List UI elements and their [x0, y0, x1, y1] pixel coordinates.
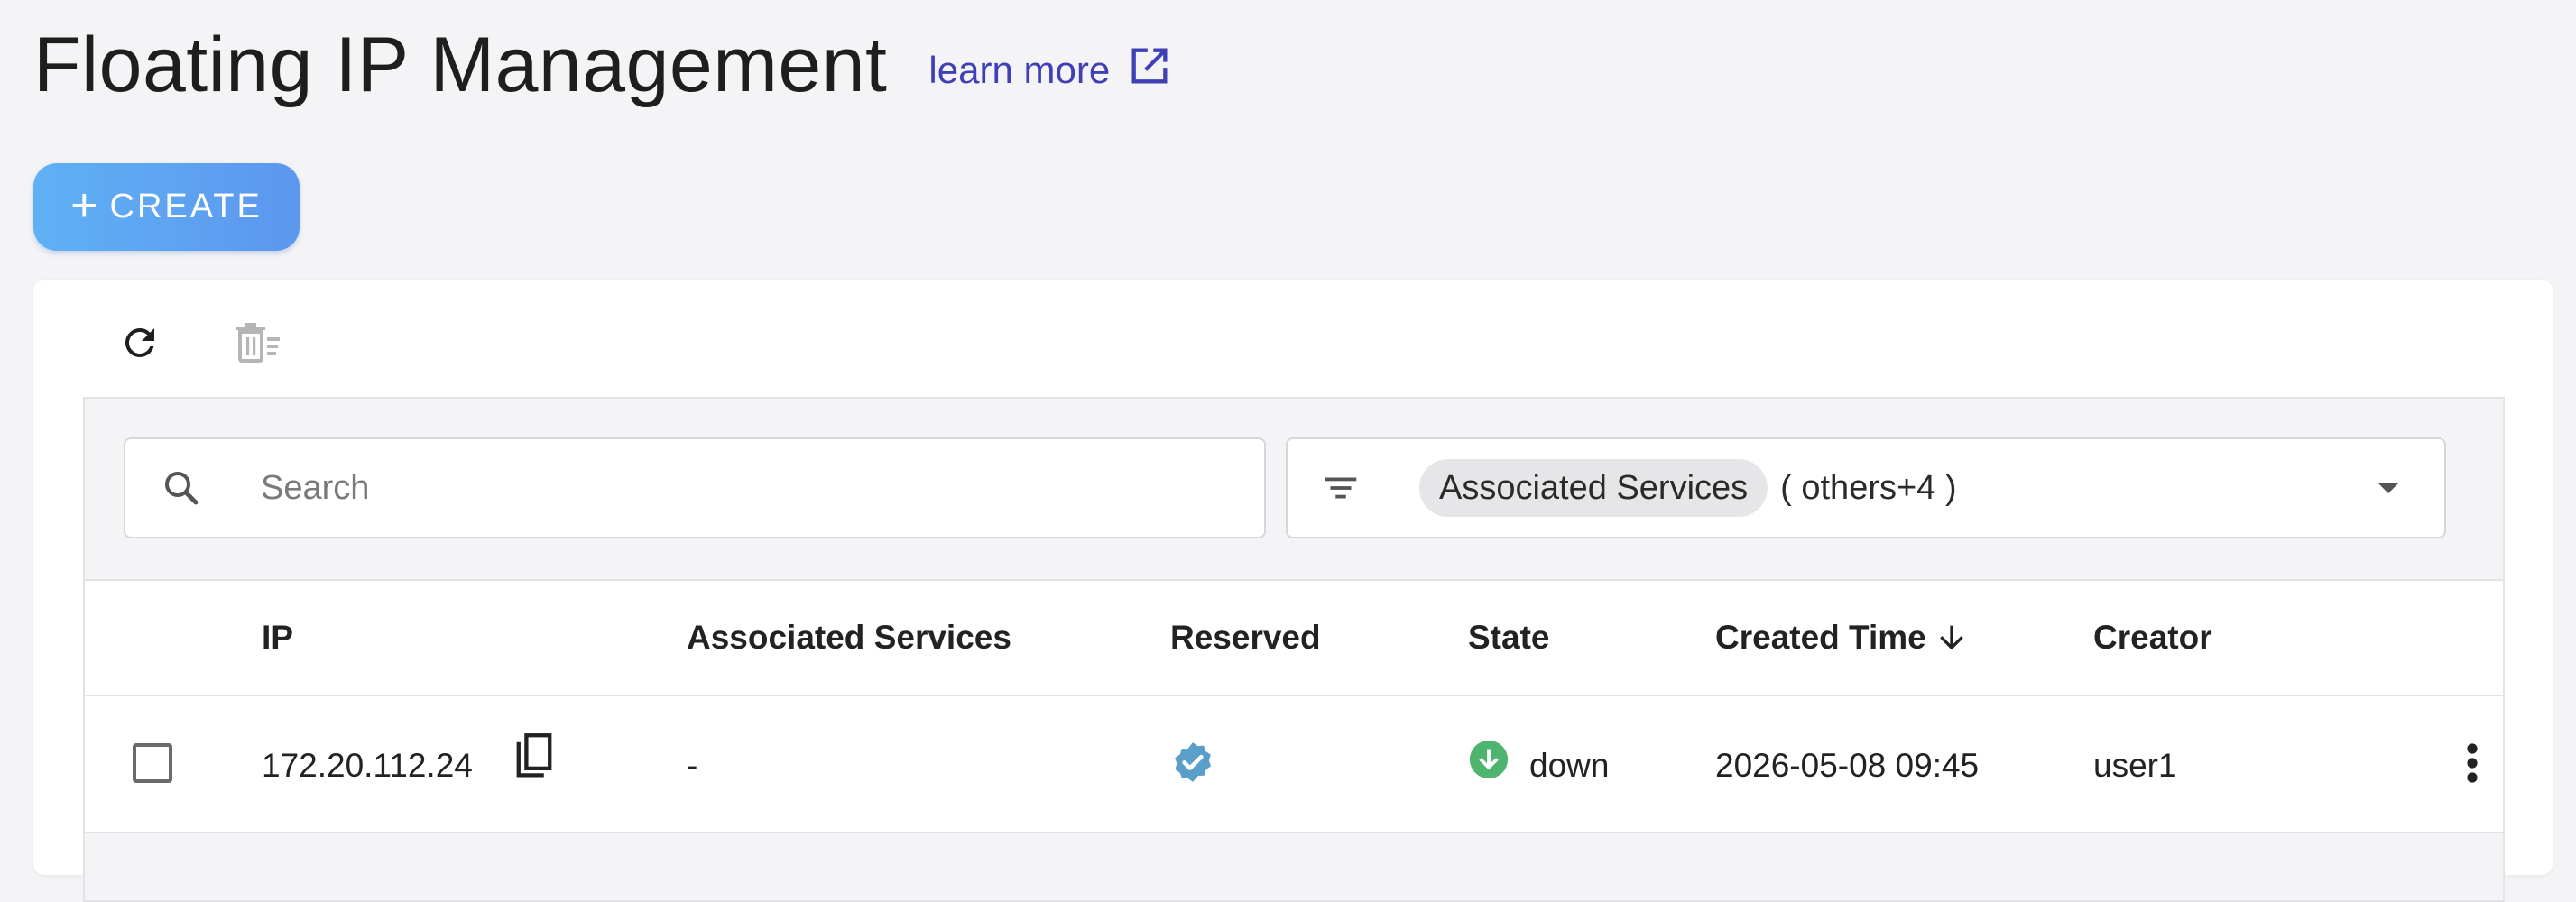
- filter-chip[interactable]: Associated Services: [1419, 459, 1768, 517]
- search-box[interactable]: [124, 437, 1266, 538]
- column-header-created-time-label: Created Time: [1715, 619, 1926, 656]
- created-time-value: 2026-05-08 09:45: [1715, 747, 1980, 784]
- chevron-down-icon[interactable]: [2376, 479, 2401, 497]
- filter-select[interactable]: Associated Services ( others+4 ): [1286, 437, 2446, 538]
- filter-extra-count: ( others+4 ): [1780, 468, 1957, 507]
- column-header-ip[interactable]: IP: [262, 619, 293, 657]
- more-actions-icon[interactable]: [2465, 741, 2479, 785]
- search-input[interactable]: [259, 467, 1161, 509]
- column-header-associated-services[interactable]: Associated Services: [687, 619, 1011, 657]
- learn-more-link[interactable]: learn more: [928, 42, 1173, 98]
- ip-value: 172.20.112.24: [262, 747, 473, 784]
- learn-more-label: learn more: [928, 49, 1111, 91]
- filter-icon: [1320, 467, 1362, 509]
- associated-services-value: -: [687, 747, 698, 784]
- floating-ip-card: Associated Services ( others+4 ) IP Asso…: [33, 280, 2553, 902]
- column-header-creator[interactable]: Creator: [2093, 619, 2212, 657]
- page-header: Floating IP Management learn more: [33, 20, 1173, 110]
- sort-arrow-down-icon: [1934, 620, 1970, 656]
- column-header-reserved[interactable]: Reserved: [1170, 619, 1321, 657]
- search-icon: [160, 466, 203, 510]
- creator-value: user1: [2093, 747, 2177, 784]
- reserved-verified-icon: [1170, 740, 1215, 785]
- create-button-label: CREATE: [109, 188, 263, 226]
- row-checkbox[interactable]: [133, 743, 172, 783]
- state-down-icon: [1468, 739, 1510, 780]
- table-header: IP Associated Services Reserved State Cr…: [85, 579, 2503, 696]
- state-value: down: [1529, 747, 1610, 784]
- page-title: Floating IP Management: [33, 22, 888, 108]
- column-header-created-time[interactable]: Created Time: [1715, 619, 1970, 657]
- ip-cell: 172.20.112.24: [262, 733, 558, 785]
- create-button[interactable]: + CREATE: [33, 163, 300, 251]
- batch-delete-icon[interactable]: [230, 316, 284, 370]
- external-link-icon: [1110, 42, 1173, 98]
- plus-icon: +: [70, 179, 101, 232]
- state-cell: down: [1468, 740, 1610, 785]
- table-row: 172.20.112.24 - down 2026-05-08 09:45 us…: [85, 696, 2503, 833]
- copy-icon[interactable]: [511, 732, 558, 783]
- column-header-state[interactable]: State: [1468, 619, 1549, 657]
- refresh-icon[interactable]: [113, 316, 167, 370]
- table-container: Associated Services ( others+4 ) IP Asso…: [83, 397, 2505, 902]
